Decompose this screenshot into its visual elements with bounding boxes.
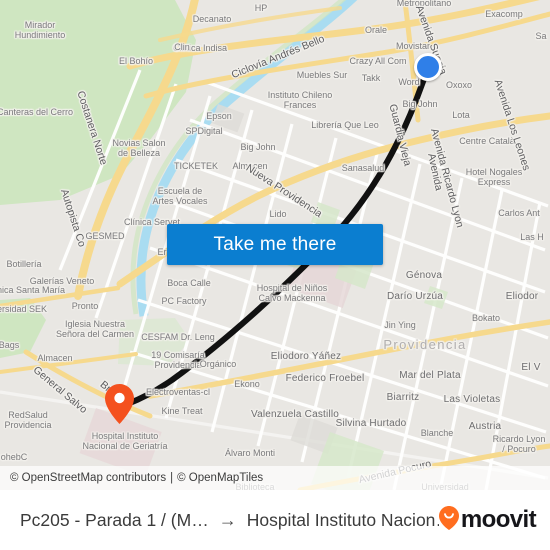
- moovit-map-screen: Mirador Hundimiento El Bohío Canteras del C…: [0, 0, 550, 550]
- attribution-osm[interactable]: © OpenStreetMap contributors: [10, 472, 166, 484]
- moovit-wordmark: moovit: [460, 506, 537, 533]
- arrow-right-icon: →: [218, 509, 237, 530]
- origin-marker-blue-dot[interactable]: [414, 53, 442, 81]
- attribution-separator: |: [170, 472, 174, 484]
- map-attribution: © OpenStreetMap contributors | © OpenMap…: [0, 466, 550, 490]
- take-me-there-button[interactable]: Take me there: [167, 224, 383, 265]
- attribution-openmaptiles[interactable]: © OpenMapTiles: [177, 472, 263, 484]
- route-summary: Pc205 - Parada 1 / (M… → Hospital Instit…: [20, 510, 439, 531]
- route-origin-label: Pc205 - Parada 1 / (M…: [20, 509, 209, 530]
- route-destination-label: Hospital Instituto Nacion…: [246, 509, 439, 530]
- destination-marker-pin[interactable]: [105, 384, 134, 424]
- moovit-logo[interactable]: moovit: [438, 505, 537, 535]
- map-canvas[interactable]: Mirador Hundimiento El Bohío Canteras del C…: [0, 0, 550, 490]
- moovit-pin-icon: [438, 505, 459, 535]
- footer-bar: Pc205 - Parada 1 / (M… → Hospital Instit…: [0, 490, 550, 550]
